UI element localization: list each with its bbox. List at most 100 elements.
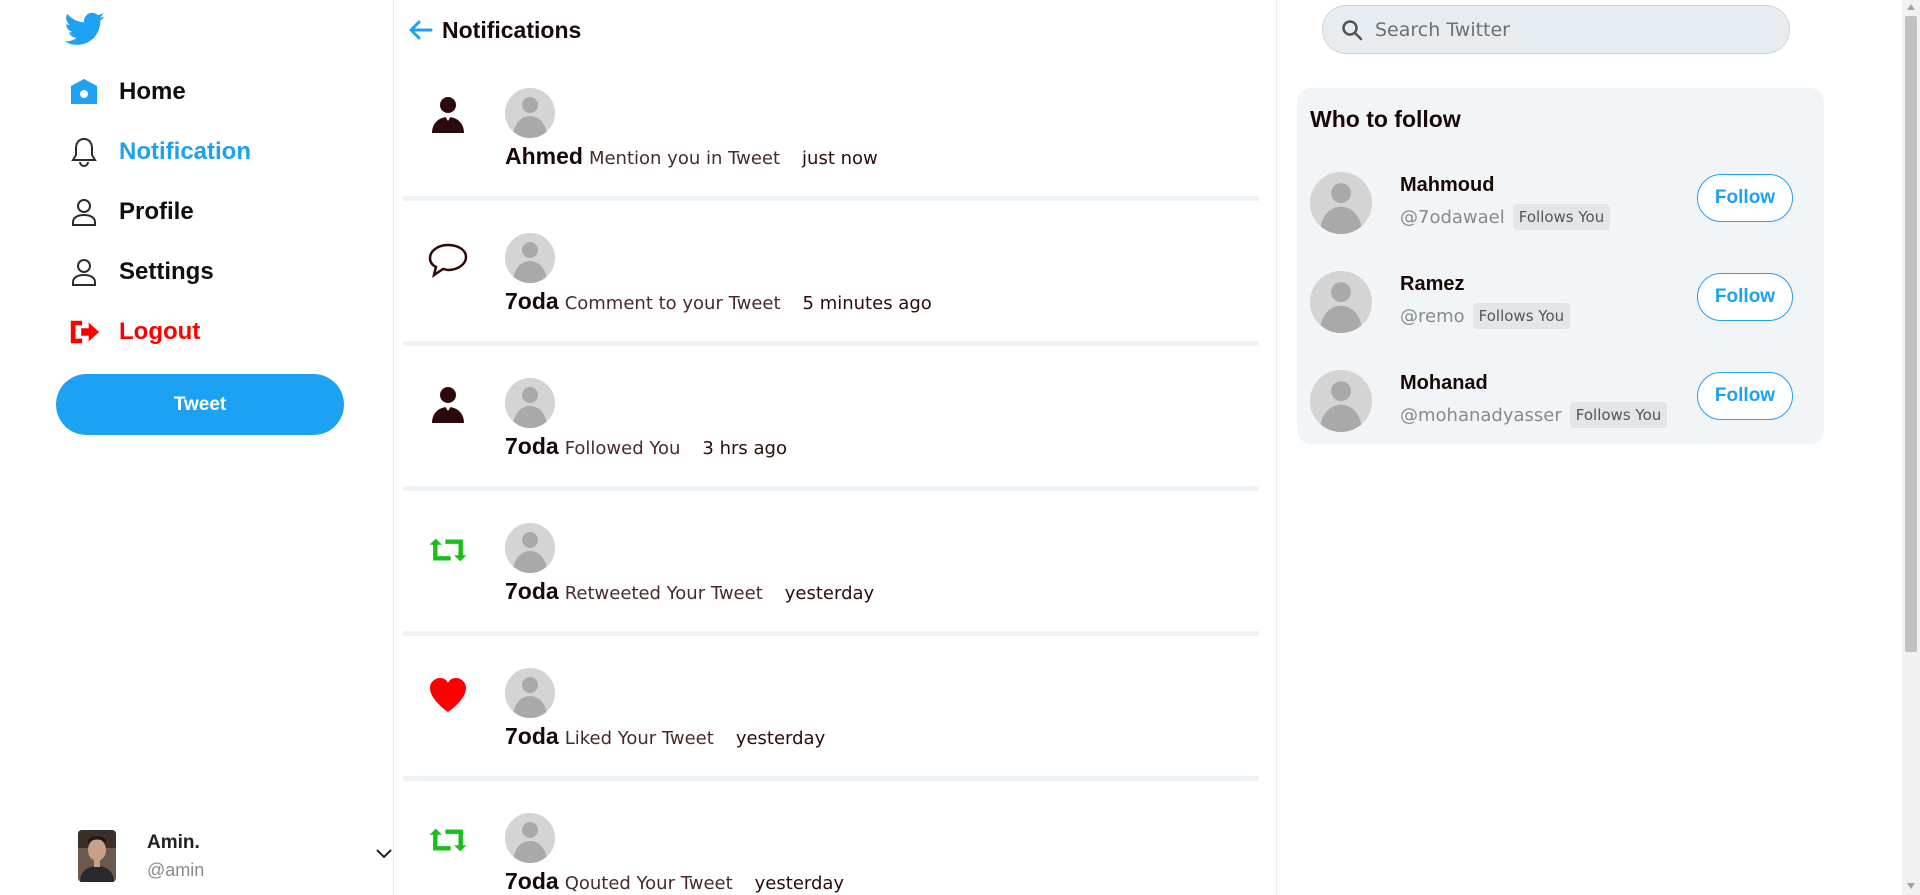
notification-action: Followed You (564, 438, 681, 459)
follow-suggestion[interactable]: Mahmoud @7odawael Follows You Follow (1310, 172, 1810, 236)
notification-item[interactable]: 7oda Qouted Your Tweet yesterday (403, 781, 1259, 895)
notification-item[interactable]: Ahmed Mention you in Tweet just now (403, 56, 1259, 201)
notification-user[interactable]: 7oda (505, 578, 559, 604)
page-header: Notifications (407, 10, 581, 50)
search-input[interactable] (1375, 18, 1755, 41)
notification-time: yesterday (735, 728, 826, 749)
user-avatar-placeholder[interactable] (1310, 172, 1372, 234)
follow-suggestion[interactable]: Mohanad @mohanadyasser Follows You Follo… (1310, 370, 1810, 434)
twitter-logo-icon[interactable] (65, 12, 105, 46)
sidebar-item-logout[interactable]: Logout (68, 312, 200, 352)
user-avatar-placeholder[interactable] (505, 523, 555, 573)
search-icon (1342, 19, 1363, 40)
follow-button[interactable]: Follow (1697, 372, 1793, 420)
notification-user[interactable]: 7oda (505, 868, 559, 894)
suggestion-name[interactable]: Mohanad (1400, 372, 1488, 395)
comment-icon (427, 239, 469, 281)
notification-user[interactable]: 7oda (505, 723, 559, 749)
notification-item[interactable]: 7oda Comment to your Tweet 5 minutes ago (403, 201, 1259, 346)
user-avatar-placeholder[interactable] (505, 233, 555, 283)
tweet-button[interactable]: Tweet (56, 374, 344, 435)
suggestion-handle-row: @mohanadyasser Follows You (1400, 402, 1668, 428)
follows-you-badge: Follows You (1472, 303, 1571, 329)
notification-user[interactable]: 7oda (505, 288, 559, 314)
sidebar-item-notification[interactable]: Notification (68, 132, 251, 172)
user-avatar-placeholder[interactable] (505, 378, 555, 428)
suggestion-handle-row: @7odawael Follows You (1400, 204, 1611, 230)
follows-you-badge: Follows You (1569, 402, 1668, 428)
scroll-down-arrow-icon[interactable] (1907, 883, 1915, 889)
page-scrollbar[interactable] (1902, 0, 1920, 895)
scrollbar-thumb[interactable] (1905, 16, 1917, 652)
notification-time: 3 hrs ago (702, 438, 787, 459)
search-bar[interactable] (1322, 5, 1790, 54)
person-icon (427, 384, 469, 426)
page-title: Notifications (442, 16, 582, 43)
chevron-down-icon[interactable] (375, 848, 393, 860)
home-icon (68, 76, 100, 108)
notification-item[interactable]: 7oda Followed You 3 hrs ago (403, 346, 1259, 491)
notification-time: just now (802, 148, 878, 169)
bell-icon (68, 136, 100, 168)
suggestion-handle: @7odawael (1400, 206, 1505, 228)
notification-action: Mention you in Tweet (588, 148, 781, 169)
notification-text: 7oda Retweeted Your Tweet yesterday (505, 578, 874, 605)
user-avatar-placeholder[interactable] (505, 668, 555, 718)
suggestion-handle-row: @remo Follows You (1400, 303, 1571, 329)
notification-text: 7oda Followed You 3 hrs ago (505, 433, 787, 460)
suggestion-handle: @remo (1400, 305, 1465, 327)
notification-action: Qouted Your Tweet (564, 873, 733, 894)
sidebar-item-label: Home (119, 78, 186, 105)
suggestion-handle: @mohanadyasser (1400, 404, 1562, 426)
notification-item[interactable]: 7oda Liked Your Tweet yesterday (403, 636, 1259, 781)
user-avatar-placeholder[interactable] (1310, 370, 1372, 432)
notification-item[interactable]: 7oda Retweeted Your Tweet yesterday (403, 491, 1259, 636)
scroll-up-arrow-icon[interactable] (1907, 4, 1915, 10)
notification-action: Comment to your Tweet (564, 293, 781, 314)
notification-action: Retweeted Your Tweet (564, 583, 763, 604)
follow-button[interactable]: Follow (1697, 174, 1793, 222)
person-icon (427, 94, 469, 136)
user-avatar-placeholder[interactable] (505, 88, 555, 138)
back-arrow-icon[interactable] (407, 17, 433, 43)
user-avatar-placeholder[interactable] (1310, 271, 1372, 333)
sidebar-item-settings[interactable]: Settings (68, 252, 214, 292)
notification-list: Ahmed Mention you in Tweet just now 7oda Co… (403, 56, 1259, 895)
account-handle: @amin (147, 859, 205, 880)
account-switcher[interactable]: Amin. @amin (78, 826, 398, 886)
notification-text: 7oda Comment to your Tweet 5 minutes ago (505, 288, 932, 315)
notification-text: 7oda Qouted Your Tweet yesterday (505, 868, 844, 895)
account-name: Amin. (147, 831, 200, 853)
who-to-follow-panel: Who to follow Mahmoud @7odawael Follows … (1297, 88, 1824, 444)
heart-icon (427, 674, 469, 716)
sidebar-item-label: Logout (119, 318, 201, 345)
sidebar-item-label: Notification (119, 138, 251, 165)
user-icon (68, 196, 100, 228)
who-to-follow-title: Who to follow (1310, 106, 1461, 132)
suggestion-name[interactable]: Ramez (1400, 273, 1464, 296)
notification-time: yesterday (784, 583, 875, 604)
sidebar-item-profile[interactable]: Profile (68, 192, 194, 232)
avatar (78, 830, 116, 882)
notification-action: Liked Your Tweet (564, 728, 714, 749)
notification-text: 7oda Liked Your Tweet yesterday (505, 723, 825, 750)
notification-text: Ahmed Mention you in Tweet just now (505, 143, 878, 170)
left-sidebar: Home Notification Profile Settings Logou… (0, 0, 394, 895)
sidebar-item-label: Profile (119, 198, 194, 225)
notification-time: yesterday (754, 873, 845, 894)
main-column: Notifications Ahmed Mention you in Tweet j… (395, 0, 1277, 895)
retweet-icon (427, 819, 469, 861)
notification-user[interactable]: 7oda (505, 433, 559, 459)
follow-suggestion[interactable]: Ramez @remo Follows You Follow (1310, 271, 1810, 335)
notification-user[interactable]: Ahmed (505, 143, 583, 169)
retweet-icon (427, 529, 469, 571)
follows-you-badge: Follows You (1512, 204, 1611, 230)
suggestion-name[interactable]: Mahmoud (1400, 174, 1494, 197)
follow-button[interactable]: Follow (1697, 273, 1793, 321)
sidebar-item-label: Settings (119, 258, 214, 285)
user-icon (68, 256, 100, 288)
logout-icon (68, 316, 100, 348)
notification-time: 5 minutes ago (802, 293, 932, 314)
sidebar-item-home[interactable]: Home (68, 72, 186, 112)
user-avatar-placeholder[interactable] (505, 813, 555, 863)
